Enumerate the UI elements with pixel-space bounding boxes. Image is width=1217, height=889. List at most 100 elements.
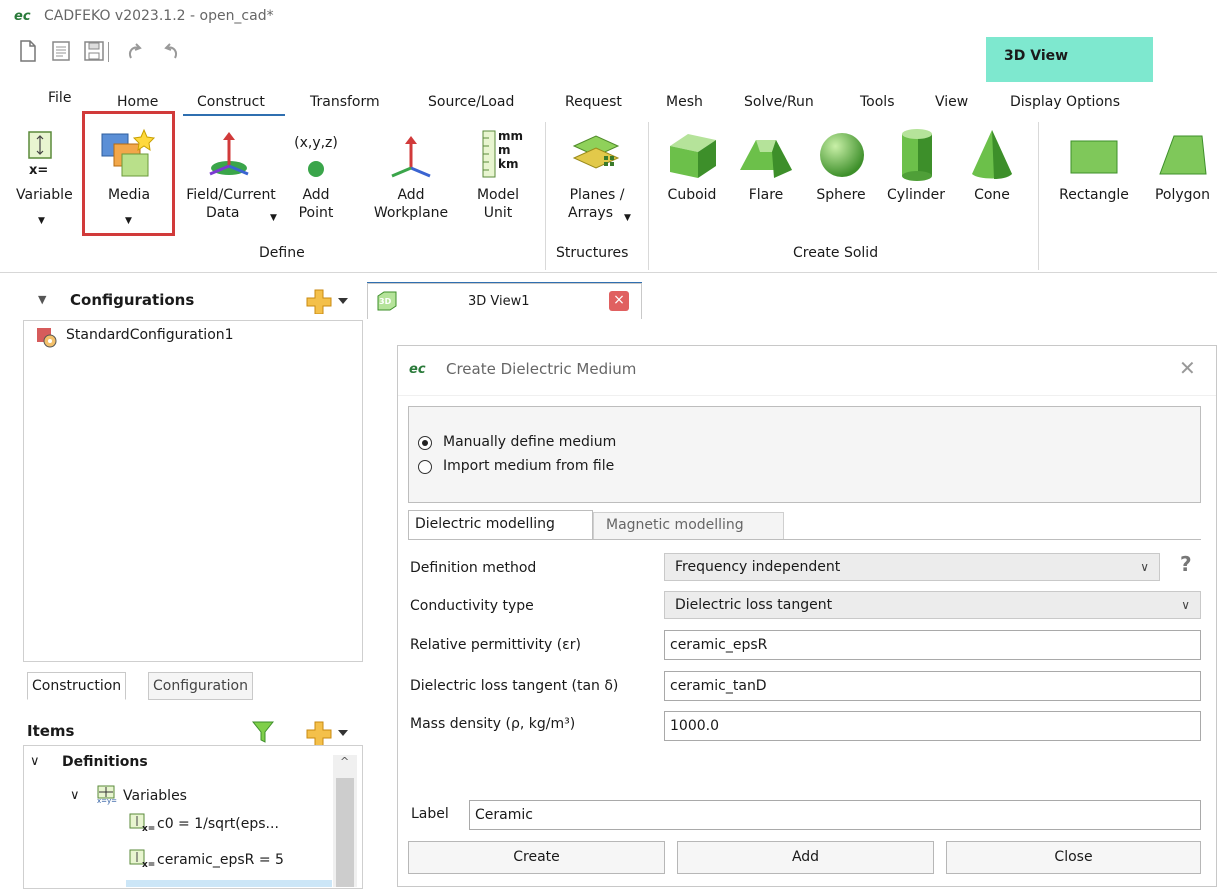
- loss-tangent-input[interactable]: ceramic_tanD: [664, 671, 1201, 701]
- cone-button[interactable]: Cone: [962, 124, 1022, 234]
- tab-construction[interactable]: Construction: [27, 672, 127, 700]
- arrays-label: Arrays: [568, 205, 614, 221]
- chevron-down-icon: ▼: [270, 213, 277, 223]
- tree-variable-ceramic-epsr[interactable]: ceramic_epsR = 5: [157, 852, 284, 868]
- chevron-down-icon: ∨: [1140, 560, 1149, 574]
- tab-solve-run[interactable]: Solve/Run: [744, 94, 814, 110]
- plus-icon: [306, 721, 348, 747]
- add-point-button[interactable]: (x,y,z) Add Point: [288, 124, 344, 234]
- variable-item-icon: x=: [128, 812, 155, 838]
- add-workplane-button[interactable]: Add Workplane: [368, 124, 454, 234]
- planes-arrays-button[interactable]: Planes / Arrays ▼: [552, 124, 642, 234]
- variable-button[interactable]: x= Variable ▼: [16, 124, 73, 234]
- workplane-icon: [391, 136, 431, 178]
- create-button[interactable]: Create: [408, 841, 665, 874]
- tab-construct[interactable]: Construct: [197, 94, 265, 110]
- mass-density-value: 1000.0: [670, 718, 719, 734]
- standard-configuration-item[interactable]: StandardConfiguration1: [66, 327, 234, 343]
- tab-dielectric-modelling[interactable]: Dielectric modelling: [408, 510, 593, 540]
- relative-permittivity-value: ceramic_epsR: [670, 637, 768, 653]
- ribbon-separator: [648, 122, 649, 270]
- items-header: Items: [27, 722, 75, 740]
- cylinder-button[interactable]: Cylinder: [880, 124, 952, 234]
- sphere-label: Sphere: [816, 187, 866, 203]
- unit-m: m: [498, 143, 511, 157]
- sphere-button[interactable]: Sphere: [806, 124, 876, 234]
- add-button[interactable]: Add: [677, 841, 934, 874]
- tab-source-load[interactable]: Source/Load: [428, 94, 514, 110]
- add-configuration-button[interactable]: [306, 288, 352, 315]
- definition-method-select[interactable]: Frequency independent ∨: [664, 553, 1160, 581]
- tab-configuration[interactable]: Configuration: [148, 672, 253, 700]
- label-value: Ceramic: [475, 807, 533, 823]
- tree-variables[interactable]: Variables: [123, 788, 187, 804]
- tab-request[interactable]: Request: [565, 94, 622, 110]
- conductivity-type-select[interactable]: Dielectric loss tangent ∨: [664, 591, 1201, 619]
- close-button[interactable]: Close: [946, 841, 1201, 874]
- radio-manually-define[interactable]: [418, 436, 432, 450]
- define-group-label: Define: [259, 245, 305, 261]
- tab-file[interactable]: File: [48, 90, 71, 106]
- open-file-icon[interactable]: [50, 40, 74, 64]
- radio-import-from-file[interactable]: [418, 460, 432, 474]
- help-icon[interactable]: ?: [1180, 552, 1192, 576]
- rectangle-icon: [1070, 140, 1118, 174]
- tree-definitions[interactable]: Definitions: [62, 754, 148, 770]
- point-icon-text: (x,y,z): [294, 135, 338, 151]
- chevron-down-icon: ∨: [1181, 598, 1190, 612]
- collapse-triangle-icon[interactable]: ▼: [38, 293, 46, 306]
- configuration-icon: [36, 327, 58, 353]
- tab-home[interactable]: Home: [117, 94, 158, 110]
- variable-icon-text: x=: [29, 163, 49, 178]
- configurations-list: StandardConfiguration1: [23, 320, 363, 662]
- cuboid-button[interactable]: Cuboid: [656, 124, 728, 234]
- planes-arrays-icon: [572, 135, 620, 169]
- dialog-app-icon: ec: [409, 362, 426, 377]
- redo-icon[interactable]: [158, 40, 182, 64]
- model-unit-label-2: Unit: [483, 205, 513, 221]
- model-unit-button[interactable]: mm m km Model Unit: [466, 124, 530, 234]
- add-item-button[interactable]: [306, 720, 352, 747]
- label-input[interactable]: Ceramic: [469, 800, 1201, 830]
- mass-density-input[interactable]: 1000.0: [664, 711, 1201, 741]
- field-current-data-button[interactable]: Field/Current Data ▼: [176, 124, 286, 234]
- tab-view[interactable]: View: [935, 94, 968, 110]
- save-icon[interactable]: [82, 40, 106, 64]
- rectangle-button[interactable]: Rectangle: [1046, 124, 1142, 234]
- cube-icon-text: 3D: [379, 297, 392, 306]
- tab-3d-view1[interactable]: 3D 3D View1 ×: [367, 283, 642, 319]
- chevron-down-icon: ▼: [624, 213, 631, 223]
- relative-permittivity-input[interactable]: ceramic_epsR: [664, 630, 1201, 660]
- tab-display-options[interactable]: Display Options: [1010, 94, 1120, 110]
- planes-label: Planes /: [569, 187, 625, 203]
- media-highlight-box: [82, 111, 175, 236]
- radio-manually-define-label[interactable]: Manually define medium: [443, 434, 616, 450]
- undo-icon[interactable]: [124, 40, 148, 64]
- new-file-icon[interactable]: [16, 40, 40, 64]
- cone-label: Cone: [974, 187, 1010, 203]
- close-tab-icon[interactable]: ×: [609, 291, 629, 311]
- tab-3d-view1-label: 3D View1: [468, 294, 530, 309]
- filter-icon[interactable]: [251, 720, 275, 744]
- scroll-up-icon[interactable]: ^: [340, 755, 349, 768]
- expand-chevron-icon[interactable]: ∨: [30, 754, 40, 769]
- tree-variable-c0[interactable]: c0 = 1/sqrt(eps...: [157, 816, 279, 832]
- tab-tools[interactable]: Tools: [860, 94, 895, 110]
- add-workplane-label-2: Workplane: [373, 205, 449, 221]
- field-current-label: Field/Current: [186, 187, 276, 203]
- ribbon-border: [0, 272, 1217, 273]
- polygon-button[interactable]: Polygon: [1148, 124, 1217, 234]
- dialog-close-icon[interactable]: ✕: [1179, 356, 1196, 380]
- flare-button[interactable]: Flare: [736, 124, 796, 234]
- radio-import-from-file-label[interactable]: Import medium from file: [443, 458, 614, 474]
- cylinder-label: Cylinder: [887, 187, 945, 203]
- cylinder-icon: [902, 129, 932, 181]
- scrollbar-thumb[interactable]: [336, 778, 354, 887]
- tab-magnetic-modelling[interactable]: Magnetic modelling: [593, 512, 784, 539]
- tab-mesh[interactable]: Mesh: [666, 94, 703, 110]
- field-current-label-2: Data: [206, 205, 240, 221]
- add-point-label: Add: [302, 187, 330, 203]
- tab-transform[interactable]: Transform: [310, 94, 380, 110]
- expand-chevron-icon[interactable]: ∨: [70, 788, 80, 803]
- model-unit-label: Model: [476, 187, 520, 203]
